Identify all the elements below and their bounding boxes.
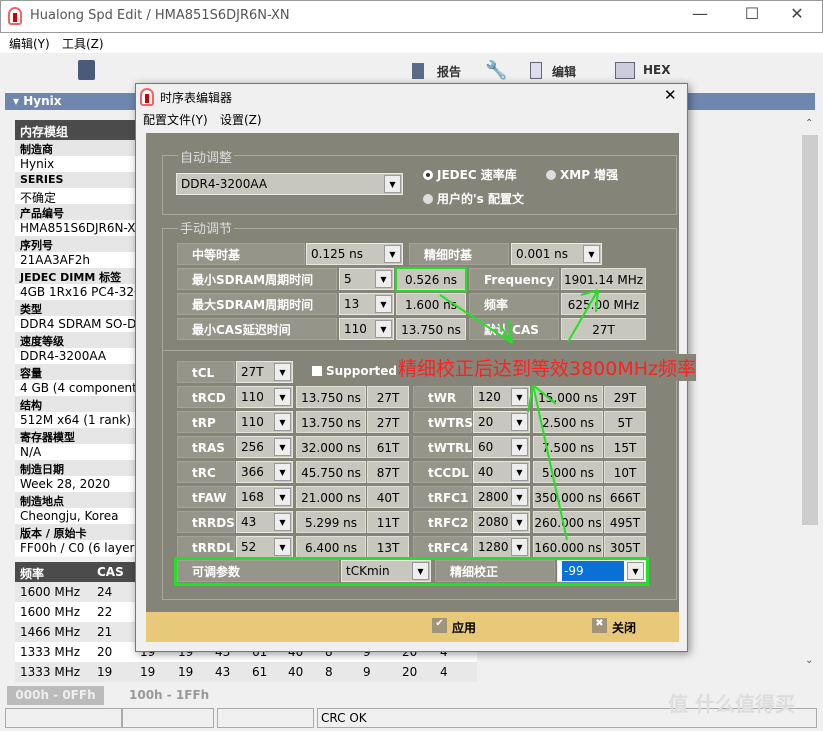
arrows: [439, 289, 599, 541]
highlight-tckmin: [395, 267, 467, 292]
annotation-arrows: [395, 267, 599, 541]
